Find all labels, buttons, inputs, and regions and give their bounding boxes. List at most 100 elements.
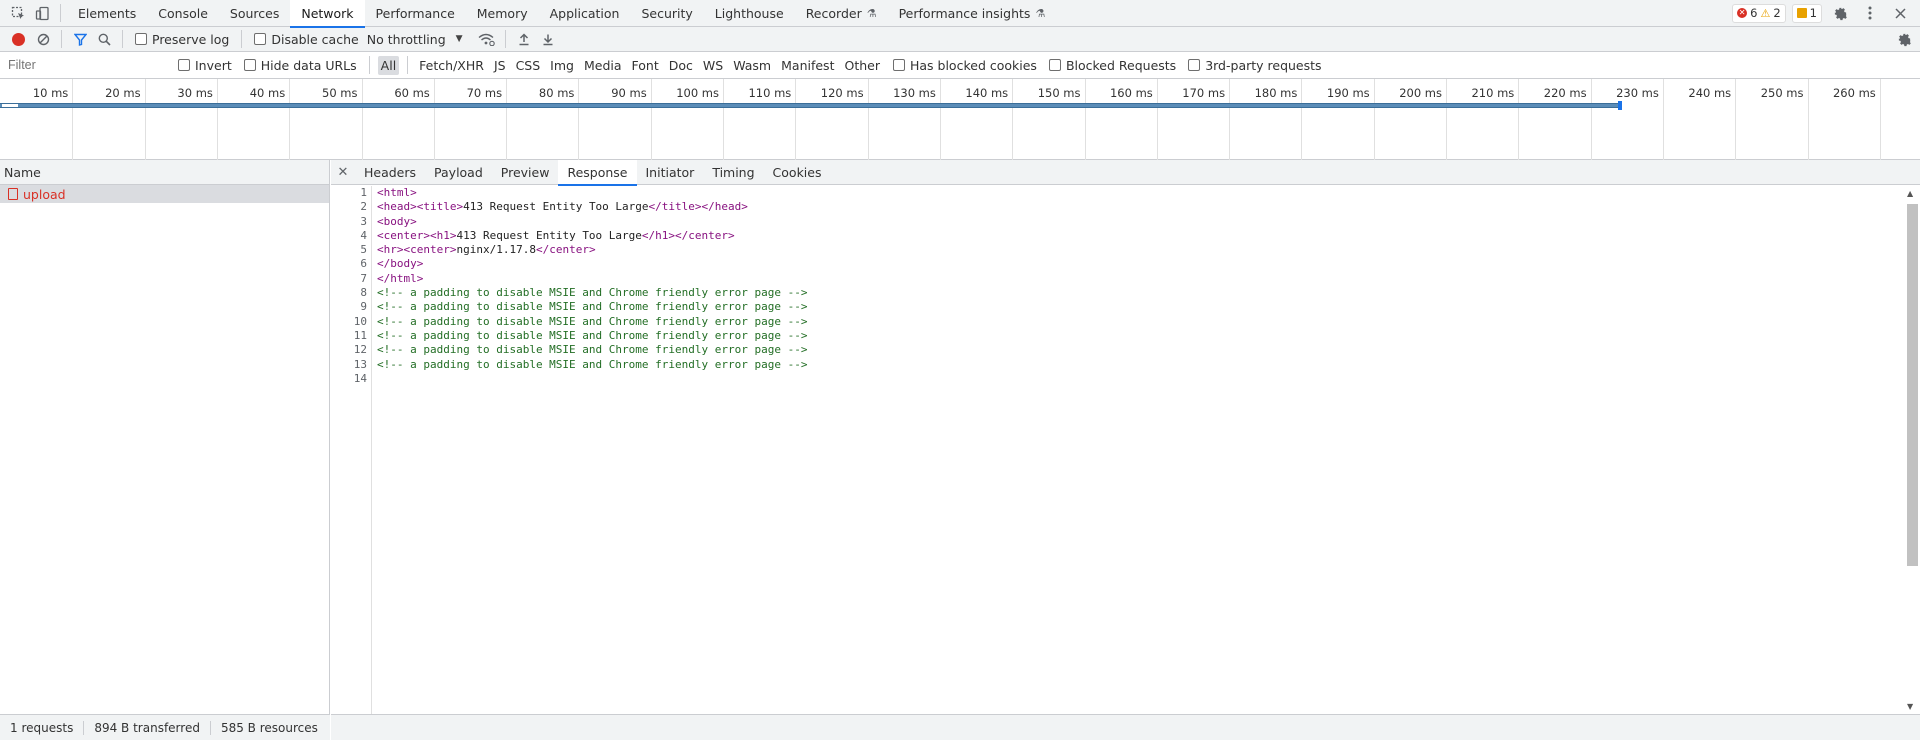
timeline-tick-label: 20 ms xyxy=(105,86,141,100)
name-column-label: Name xyxy=(4,164,41,180)
code-tag: </h1> xyxy=(641,228,676,242)
request-list: upload xyxy=(0,185,329,203)
topbar-right: ✕ 6 ⚠ 2 1 xyxy=(1732,1,1920,25)
network-conditions-icon[interactable] xyxy=(475,27,499,51)
tab-security[interactable]: Security xyxy=(630,0,703,27)
disable-cache-checkbox[interactable]: Disable cache xyxy=(254,31,359,47)
line-number: 4 xyxy=(360,228,367,242)
detail-tab-headers[interactable]: Headers xyxy=(355,160,425,185)
checkbox-box[interactable] xyxy=(243,59,256,71)
line-number: 1 xyxy=(360,186,367,199)
code-tag: </title> xyxy=(648,200,702,214)
filter-type-ws[interactable]: WS xyxy=(700,56,726,75)
clear-icon[interactable] xyxy=(31,27,55,51)
timeline-gridline xyxy=(144,79,146,160)
response-line xyxy=(377,372,807,386)
error-count: 6 xyxy=(1750,6,1758,20)
record-button[interactable] xyxy=(12,32,25,46)
tab-sources[interactable]: Sources xyxy=(219,0,290,27)
close-devtools-icon[interactable] xyxy=(1888,1,1912,25)
timeline-gridline xyxy=(72,79,74,160)
filter-type-manifest[interactable]: Manifest xyxy=(778,56,837,75)
checkbox-box[interactable] xyxy=(135,33,147,45)
checkbox-box[interactable] xyxy=(254,33,267,45)
close-detail-icon[interactable]: ✕ xyxy=(331,165,355,180)
tab-performance[interactable]: Performance xyxy=(365,0,466,27)
request-row[interactable]: upload xyxy=(0,185,329,203)
tab-elements[interactable]: Elements xyxy=(67,0,147,27)
export-har-icon[interactable] xyxy=(536,27,560,51)
tab-console[interactable]: Console xyxy=(147,0,219,27)
timeline-gridline xyxy=(1518,79,1520,160)
tab-performance-insights[interactable]: Performance insights ⚗ xyxy=(888,0,1057,27)
response-viewer[interactable]: 1 2 3 4 5 6 7 8 9 10 11 12 13 14 <html> <head><title>4… xyxy=(331,186,1904,714)
checkbox-box[interactable] xyxy=(1048,59,1061,71)
scrollbar-thumb[interactable] xyxy=(1907,204,1918,566)
inspect-element-icon[interactable] xyxy=(6,1,30,25)
timeline-tick-label: 160 ms xyxy=(1109,86,1153,100)
console-counts-badge[interactable]: ✕ 6 ⚠ 2 xyxy=(1732,3,1786,23)
filter-type-doc[interactable]: Doc xyxy=(666,56,696,75)
tab-lighthouse[interactable]: Lighthouse xyxy=(704,0,795,27)
response-line: <body> xyxy=(377,215,807,229)
hide-data-urls-checkbox[interactable]: Hide data URLs xyxy=(243,58,357,73)
blocked-requests-checkbox[interactable]: Blocked Requests xyxy=(1048,58,1176,73)
filter-type-img[interactable]: Img xyxy=(547,56,577,75)
more-options-icon[interactable] xyxy=(1858,1,1882,25)
filter-type-js[interactable]: JS xyxy=(491,56,509,75)
filter-type-media[interactable]: Media xyxy=(581,56,625,75)
line-number: 10 xyxy=(353,314,367,328)
tab-memory[interactable]: Memory xyxy=(466,0,539,27)
has-blocked-cookies-checkbox[interactable]: Has blocked cookies xyxy=(892,58,1037,73)
detail-tab-preview[interactable]: Preview xyxy=(492,160,559,185)
detail-tab-label: Preview xyxy=(500,164,550,180)
code-text: 413 Request Entity Too Large xyxy=(456,228,642,242)
name-column-header[interactable]: Name xyxy=(0,160,329,185)
import-har-icon[interactable] xyxy=(512,27,536,51)
search-icon[interactable] xyxy=(92,27,116,51)
detail-tab-timing[interactable]: Timing xyxy=(703,160,763,185)
checkbox-box[interactable] xyxy=(892,59,905,71)
timeline-gridline xyxy=(1373,79,1375,160)
third-party-requests-checkbox[interactable]: 3rd-party requests xyxy=(1188,58,1322,73)
filter-input[interactable] xyxy=(4,55,166,75)
scroll-down-arrow-icon[interactable]: ▼ xyxy=(1907,702,1913,711)
scroll-up-arrow-icon[interactable]: ▲ xyxy=(1907,189,1913,198)
filter-icon[interactable] xyxy=(68,27,92,51)
filter-type-css[interactable]: CSS xyxy=(513,56,544,75)
network-overview-timeline[interactable]: 10 ms 20 ms 30 ms 40 ms 50 ms 60 ms 70 ms 80 ms… xyxy=(0,79,1920,160)
detail-tab-response[interactable]: Response xyxy=(558,159,637,186)
preserve-log-checkbox[interactable]: Preserve log xyxy=(135,32,229,47)
issues-badge[interactable]: 1 xyxy=(1791,3,1822,23)
detail-tab-payload[interactable]: Payload xyxy=(425,160,492,185)
invert-checkbox[interactable]: Invert xyxy=(178,58,232,73)
line-number: 6 xyxy=(360,257,367,271)
settings-gear-icon[interactable] xyxy=(1828,1,1852,25)
tab-network[interactable]: Network xyxy=(290,0,365,28)
filter-type-font[interactable]: Font xyxy=(629,56,662,75)
tab-application[interactable]: Application xyxy=(539,0,631,27)
response-scrollbar[interactable]: ▲ ▼ xyxy=(1904,186,1920,714)
filter-type-all[interactable]: All xyxy=(377,55,400,75)
filter-type-fetch-xhr[interactable]: Fetch/XHR xyxy=(416,56,487,75)
code-tag: </head> xyxy=(701,200,748,214)
tab-label: Console xyxy=(158,5,208,21)
detail-tab-label: Response xyxy=(567,164,628,180)
device-toolbar-icon[interactable] xyxy=(30,1,54,25)
timeline-gridline xyxy=(1229,79,1231,160)
disable-cache-label: Disable cache xyxy=(271,31,359,47)
filter-type-wasm[interactable]: Wasm xyxy=(730,56,774,75)
timeline-tick-label: 230 ms xyxy=(1616,86,1659,100)
code-text: 413 Request Entity Too Large xyxy=(463,200,649,214)
timeline-gridline xyxy=(1879,79,1881,160)
checkbox-box[interactable] xyxy=(178,59,190,71)
detail-tab-cookies[interactable]: Cookies xyxy=(764,160,831,185)
tab-recorder[interactable]: Recorder ⚗ xyxy=(795,0,888,27)
detail-tab-initiator[interactable]: Initiator xyxy=(637,160,704,185)
network-settings-gear-icon[interactable] xyxy=(1896,27,1920,51)
throttling-dropdown[interactable]: No throttling ▼ xyxy=(367,32,463,47)
line-number-gutter: 1 2 3 4 5 6 7 8 9 10 11 12 13 14 xyxy=(331,186,372,714)
filter-type-other[interactable]: Other xyxy=(841,56,883,75)
checkbox-box[interactable] xyxy=(1188,59,1201,71)
code-tag: </center> xyxy=(535,243,596,257)
